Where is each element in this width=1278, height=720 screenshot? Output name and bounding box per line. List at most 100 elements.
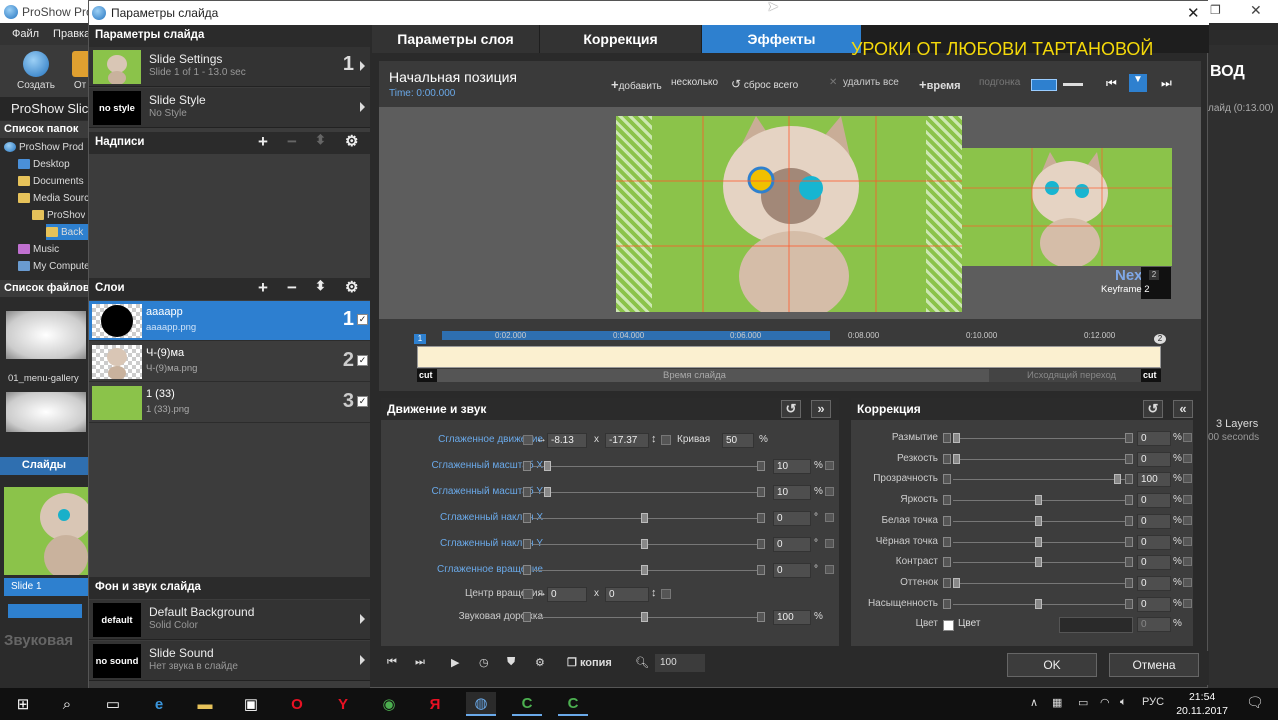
- system-clock[interactable]: 21:54 20.11.2017: [1176, 688, 1228, 718]
- tab-layer-settings[interactable]: Параметры слоя: [372, 25, 540, 53]
- slide-style-row[interactable]: no style Slide Style No Style: [89, 88, 370, 128]
- background-row[interactable]: default Default Background Solid Color: [89, 600, 370, 640]
- motion-value-input[interactable]: 0: [773, 537, 811, 552]
- tree-item[interactable]: Documents: [18, 173, 84, 189]
- lock-checkbox[interactable]: [825, 513, 834, 522]
- reset-icon[interactable]: ↺: [781, 400, 801, 418]
- zoom-input[interactable]: 100: [655, 654, 705, 672]
- layer-visible-checkbox[interactable]: ✓: [357, 355, 368, 366]
- lock-checkbox[interactable]: [825, 565, 834, 574]
- keyframe-timeline[interactable]: 1 0:02.000 0:04.000 0:06.000 0:08.000 0:…: [379, 319, 1201, 391]
- slider-thumb[interactable]: [641, 539, 648, 549]
- first-slide-icon[interactable]: ⏮: [387, 656, 397, 672]
- keyframe-1-marker[interactable]: 1: [414, 334, 426, 344]
- correction-slider[interactable]: [953, 582, 1125, 584]
- menu-edit[interactable]: Правка: [53, 28, 90, 45]
- color-swatch[interactable]: [1059, 617, 1133, 633]
- remove-caption-icon[interactable]: −: [287, 132, 297, 152]
- correction-value-input[interactable]: 0: [1137, 431, 1171, 446]
- move-handle-icon[interactable]: ↔: [536, 587, 547, 599]
- file-thumbnail[interactable]: [6, 311, 86, 359]
- double-chevron-right-icon[interactable]: »: [811, 400, 831, 418]
- vertical-handle-icon[interactable]: ↕: [651, 587, 657, 599]
- slider-thumb[interactable]: [641, 565, 648, 575]
- zoom-icon[interactable]: 🔍︎: [635, 656, 649, 672]
- color-value-input[interactable]: 0: [1137, 617, 1171, 632]
- slider-thumb[interactable]: [953, 453, 960, 464]
- windows-start-icon[interactable]: ⊞: [8, 692, 38, 716]
- reset-all-button[interactable]: ↺ сброс всего: [731, 77, 798, 93]
- double-chevron-left-icon[interactable]: «: [1173, 400, 1193, 418]
- smooth-checkbox[interactable]: [523, 435, 533, 445]
- lock-checkbox[interactable]: [825, 461, 834, 470]
- layer-row[interactable]: 1 (33) 1 (33).png 3 ✓: [89, 383, 370, 423]
- keyframe-marker-icon[interactable]: ▼: [1129, 74, 1147, 92]
- tree-item[interactable]: ProShow Prod: [4, 139, 83, 155]
- opera-icon[interactable]: O: [282, 692, 312, 716]
- preview-canvas[interactable]: Nex 2 Keyframe 2: [379, 107, 1201, 319]
- explorer-icon[interactable]: ▬: [190, 692, 220, 716]
- prev-slide-icon[interactable]: ⏭: [415, 656, 425, 672]
- edge-icon[interactable]: e: [144, 692, 174, 716]
- yandex-icon[interactable]: Y: [328, 692, 358, 716]
- move-handle-icon[interactable]: ↔: [536, 433, 547, 445]
- several-button[interactable]: несколько: [671, 77, 718, 93]
- battery-icon[interactable]: ▭: [1078, 696, 1088, 709]
- color-checkbox[interactable]: [943, 620, 954, 631]
- view-mode-icon[interactable]: [1063, 83, 1083, 87]
- lock-checkbox[interactable]: [1183, 557, 1192, 567]
- yandex-browser-icon[interactable]: Я: [420, 692, 450, 716]
- tree-item[interactable]: Media Sourc: [18, 190, 89, 206]
- slider-thumb[interactable]: [641, 513, 648, 523]
- slides-tab[interactable]: Слайды: [0, 457, 88, 475]
- open-button[interactable]: От: [72, 51, 88, 91]
- slide-controls[interactable]: [8, 604, 82, 618]
- reorder-icon[interactable]: ⬍: [315, 278, 326, 294]
- vertical-handle-icon[interactable]: ↕: [651, 433, 657, 445]
- network-icon[interactable]: ▦: [1052, 696, 1062, 709]
- delete-all-button[interactable]: ✕ удалить все: [829, 77, 899, 93]
- tab-effects[interactable]: Эффекты: [702, 25, 862, 53]
- lock-checkbox[interactable]: [825, 539, 834, 548]
- proshow-taskbar-icon[interactable]: ◍: [466, 692, 496, 716]
- match-button[interactable]: подгонка: [979, 77, 1020, 93]
- slide-settings-row[interactable]: Slide Settings Slide 1 of 1 - 13.0 sec 1: [89, 47, 370, 87]
- position-x-input[interactable]: -8.13: [547, 433, 587, 448]
- correction-slider[interactable]: [953, 438, 1125, 439]
- center-y-input[interactable]: 0: [605, 587, 649, 602]
- sound-row[interactable]: no sound Slide Sound Нет звука в слайде: [89, 641, 370, 681]
- correction-value-input[interactable]: 0: [1137, 451, 1171, 467]
- center-x-input[interactable]: 0: [547, 587, 587, 602]
- slide-thumbnail[interactable]: [4, 487, 88, 575]
- add-keyframe-button[interactable]: +добавить: [611, 77, 662, 93]
- copy-button[interactable]: ❐ копия: [567, 656, 612, 672]
- gear-icon[interactable]: ⚙: [345, 132, 358, 150]
- correction-value-input[interactable]: 0: [1137, 555, 1171, 571]
- correction-value-input[interactable]: 0: [1137, 534, 1171, 550]
- restore-icon[interactable]: ❐: [1210, 3, 1221, 17]
- curve-input[interactable]: 50: [722, 433, 754, 448]
- slider-thumb[interactable]: [1035, 515, 1042, 526]
- layer-visible-checkbox[interactable]: ✓: [357, 314, 368, 325]
- cut-marker[interactable]: cut: [1141, 369, 1161, 382]
- smooth-checkbox[interactable]: [523, 589, 533, 599]
- correction-value-input[interactable]: 100: [1137, 472, 1171, 488]
- slider-thumb[interactable]: [641, 612, 648, 622]
- correction-value-input[interactable]: 0: [1137, 513, 1171, 529]
- next-keyframe-label[interactable]: Nex 2 Keyframe 2: [1099, 267, 1174, 303]
- link-checkbox[interactable]: [661, 435, 671, 445]
- tree-item-selected[interactable]: Back: [46, 224, 88, 240]
- lock-checkbox[interactable]: [1183, 433, 1192, 442]
- keyframe-2-preview[interactable]: [962, 148, 1172, 266]
- view-mode-icon[interactable]: [1031, 79, 1057, 91]
- lock-checkbox[interactable]: [1183, 495, 1192, 505]
- close-app-icon[interactable]: ✕: [1250, 2, 1262, 19]
- wifi-icon[interactable]: ◠: [1100, 696, 1110, 709]
- tree-item[interactable]: Desktop: [18, 156, 70, 172]
- search-icon[interactable]: ⌕: [52, 692, 82, 716]
- cancel-button[interactable]: Отмена: [1109, 653, 1199, 677]
- lock-checkbox[interactable]: [825, 487, 834, 496]
- lock-checkbox[interactable]: [1183, 453, 1192, 463]
- menu-file[interactable]: Файл: [12, 28, 39, 45]
- lock-checkbox[interactable]: [1183, 536, 1192, 546]
